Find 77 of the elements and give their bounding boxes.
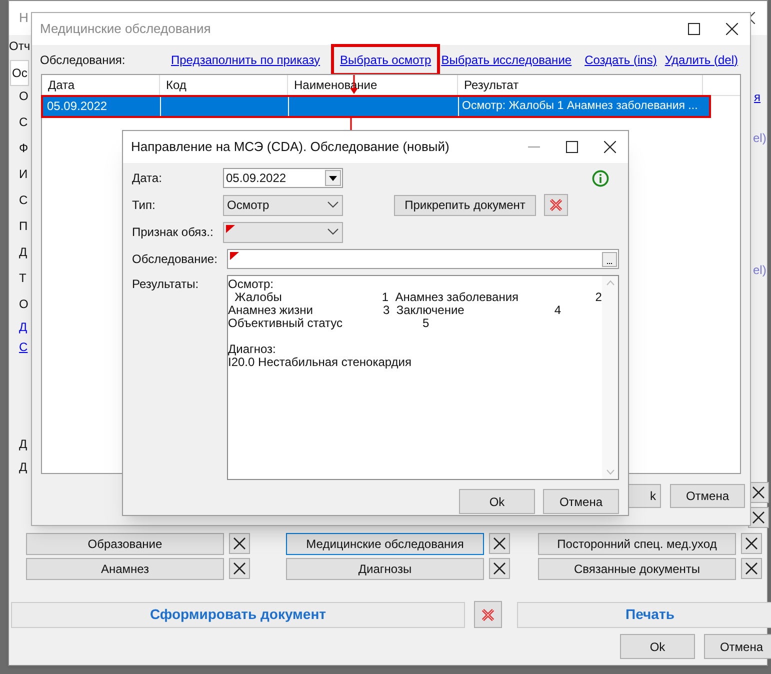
remove-button[interactable]: [229, 533, 250, 554]
link[interactable]: Д: [19, 321, 28, 333]
x-icon: [493, 562, 506, 575]
link[interactable]: Предзаполнить по приказу: [171, 50, 320, 68]
results-text: Осмотр: Жалобы 1 Анамнез заболевания 2 Анамнез жизни 3 Заключение 4 Объективный статус 5 Диагноз: I20.0 Нестабильная стенокардия: [228, 276, 602, 371]
info-icon: [592, 170, 609, 186]
menu-item[interactable]: Отч: [9, 37, 30, 55]
date-field[interactable]: 05.09.2022: [223, 168, 343, 188]
ok-button[interactable]: Ok: [459, 489, 535, 514]
x-icon: [752, 486, 765, 499]
tab[interactable]: Ос: [10, 60, 30, 86]
close-icon[interactable]: [604, 141, 616, 153]
exam-field[interactable]: [227, 249, 619, 269]
delete-icon[interactable]: [544, 194, 568, 216]
link[interactable]: Выбрать исследование: [441, 50, 572, 68]
remove-button[interactable]: [489, 558, 510, 579]
field-label: Т: [19, 270, 28, 287]
x-icon: [233, 537, 246, 550]
field-label: Д: [19, 459, 28, 473]
field-label: С: [19, 192, 28, 209]
chevron-down-icon: [327, 201, 339, 209]
field-label: Дата:: [132, 170, 163, 187]
x-icon: [493, 537, 506, 550]
section-button[interactable]: Посторонний спец. мед.уход: [538, 533, 736, 555]
remove-button[interactable]: [741, 558, 762, 579]
cancel-button[interactable]: Отмена: [670, 484, 745, 508]
section-button[interactable]: Связанные документы: [538, 558, 736, 580]
maximize-icon[interactable]: [688, 23, 700, 35]
type-dropdown[interactable]: Осмотр: [223, 194, 343, 216]
field-label: Признак обяз.:: [132, 224, 214, 241]
field-label: Д: [19, 436, 28, 450]
results-textarea[interactable]: Осмотр: Жалобы 1 Анамнез заболевания 2 Анамнез жизни 3 Заключение 4 Объективный статус 5 Диагноз: I20.0 Нестабильная стенокардия: [227, 275, 619, 480]
link[interactable]: Выбрать осмотр: [334, 46, 438, 72]
dropdown-icon: [329, 176, 337, 180]
link[interactable]: С: [19, 341, 28, 353]
required-dropdown[interactable]: [223, 222, 343, 242]
attach-document-button[interactable]: Прикрепить документ: [394, 194, 536, 216]
remove-button[interactable]: [229, 558, 250, 579]
x-icon: [752, 511, 765, 524]
maximize-icon[interactable]: [566, 141, 578, 153]
cancel-button[interactable]: Отмена: [543, 489, 619, 514]
section-button[interactable]: Диагнозы: [286, 558, 484, 580]
field-label: О: [19, 88, 28, 105]
field-label: О: [19, 296, 28, 313]
delete-icon[interactable]: [474, 601, 502, 628]
field-label: И: [19, 166, 28, 183]
print-button[interactable]: Печать: [517, 602, 771, 628]
window-title: Медицинские обследования: [40, 20, 211, 38]
x-icon: [233, 562, 246, 575]
field-label: П: [19, 218, 28, 235]
link[interactable]: я: [754, 88, 760, 106]
link[interactable]: Удалить (del): [664, 50, 738, 68]
field-label: Ф: [19, 140, 28, 157]
cancel-button[interactable]: Отмена: [704, 634, 771, 659]
x-icon: [745, 537, 758, 550]
window-title: Направление на МСЭ (CDA). Обследование (новый): [131, 138, 450, 156]
ok-button[interactable]: Ok: [620, 634, 695, 659]
x-icon: [745, 562, 758, 575]
field-label: Результаты:: [132, 276, 200, 293]
window-title: Н: [19, 9, 28, 28]
link[interactable]: Создать (ins): [584, 50, 657, 68]
field-label: Тип:: [132, 197, 156, 214]
remove-button[interactable]: [489, 533, 510, 554]
field-label: Д: [19, 244, 28, 261]
field-label: Обследования:: [40, 52, 126, 68]
remove-button[interactable]: [741, 533, 762, 554]
generate-document-button[interactable]: Сформировать документ: [11, 602, 465, 628]
field-label: Обследование:: [132, 251, 218, 268]
chevron-down-icon: [327, 228, 339, 236]
field-label: С: [19, 114, 28, 131]
section-button[interactable]: Медицинские обследования: [286, 533, 484, 555]
table-cell-text: Осмотр: Жалобы 1 Анамнез заболевания ...: [461, 99, 699, 114]
close-icon[interactable]: [726, 23, 738, 35]
table-cell: 05.09.2022: [43, 97, 161, 116]
section-button[interactable]: Образование: [26, 533, 224, 555]
section-button[interactable]: Анамнез: [26, 558, 224, 580]
table-row[interactable]: 05.09.2022 Осмотр: Жалобы 1 Анамнез заболевания ...: [43, 97, 709, 116]
